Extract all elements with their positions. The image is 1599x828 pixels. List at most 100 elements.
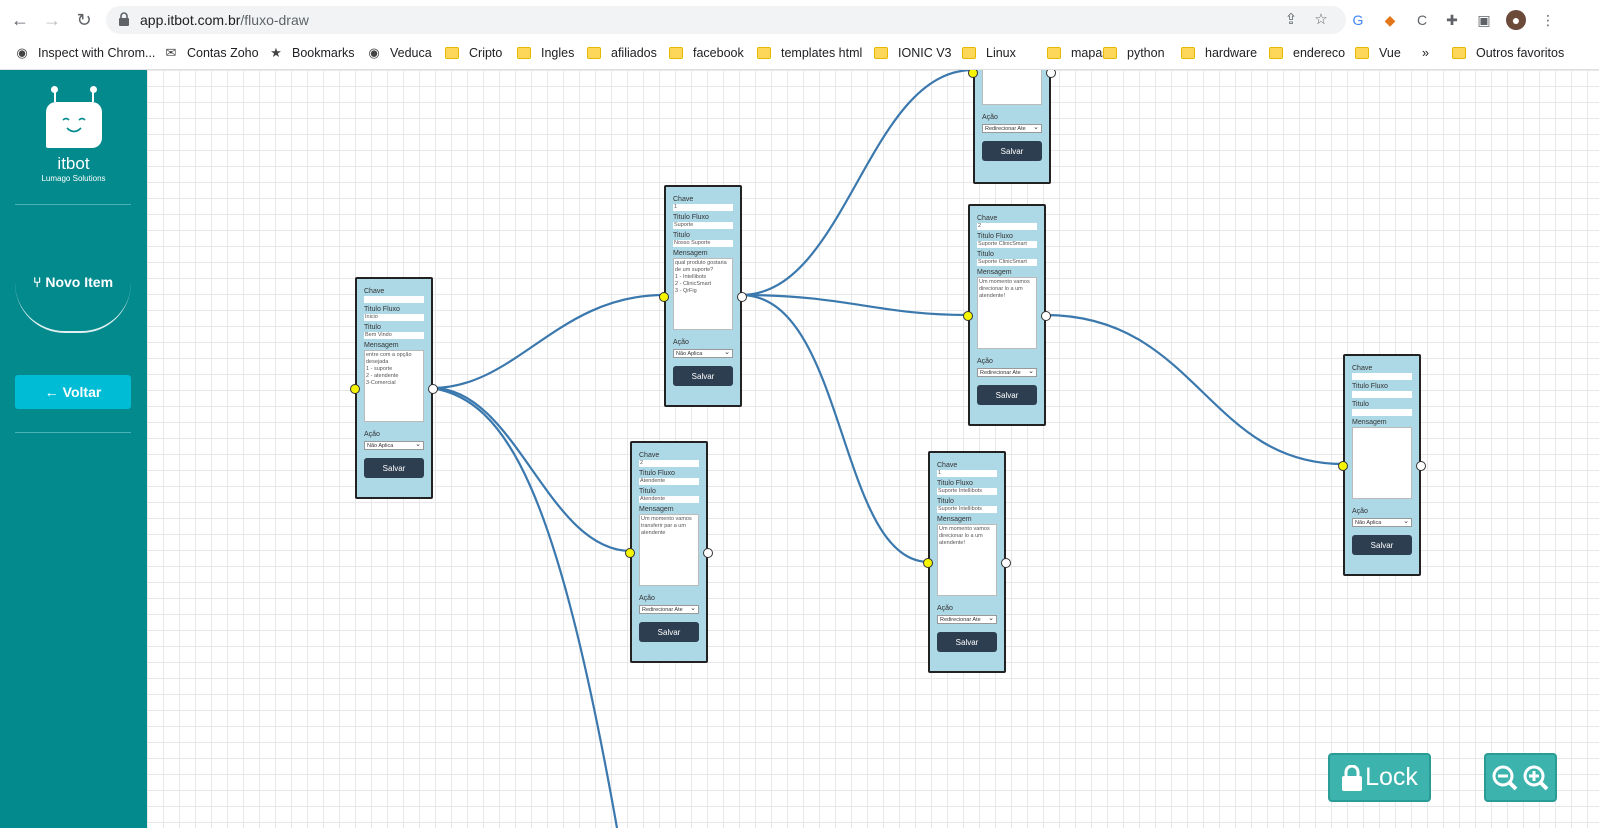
acao-select[interactable]: Não Aplica <box>364 440 424 450</box>
globe-icon: ◉ <box>368 45 380 60</box>
salvar-button[interactable]: Salvar <box>937 632 997 652</box>
mensagem-textarea[interactable]: Um momento vamos direcionar lo a um aten… <box>977 277 1037 349</box>
mensagem-textarea[interactable]: Um momento vamos transferir par a um ate… <box>639 514 699 586</box>
flow-node[interactable]: Chave 1 Titulo Fluxo Suporte Titulo Nosso Sup… <box>659 185 747 407</box>
bookmark-item[interactable]: hardware <box>1181 40 1257 66</box>
profile-avatar[interactable]: ● <box>1506 10 1526 30</box>
salvar-button[interactable]: Salvar <box>982 141 1042 161</box>
salvar-button[interactable]: Salvar <box>1352 535 1412 555</box>
output-port[interactable] <box>737 292 747 302</box>
chave-input[interactable]: 1 <box>673 204 733 211</box>
chave-input[interactable] <box>1352 373 1412 380</box>
edge <box>740 70 974 297</box>
bookmark-item[interactable]: templates html <box>757 40 862 66</box>
input-port[interactable] <box>350 384 360 394</box>
mensagem-textarea[interactable]: Um momento vamos direcionar lo a um aten… <box>937 524 997 596</box>
titulo-fluxo-input[interactable]: Atendente <box>639 478 699 485</box>
input-port[interactable] <box>968 70 978 78</box>
address-bar[interactable]: app.itbot.com.br/fluxo-draw ⇪ ☆ <box>106 6 1346 34</box>
titulo-input[interactable] <box>1352 409 1412 416</box>
metamask-extension-icon[interactable]: ◆ <box>1380 10 1400 30</box>
input-port[interactable] <box>1338 461 1348 471</box>
bookmark-item[interactable]: afiliados <box>587 40 657 66</box>
chave-input[interactable]: 2 <box>639 460 699 467</box>
flow-node[interactable]: Chave Titulo Fluxo Inicio Titulo Bem Vindo Me… <box>350 277 438 499</box>
other-favorites[interactable]: Outros favoritos <box>1452 40 1564 66</box>
titulo-input[interactable]: Suporte Intellibots <box>937 506 997 513</box>
acao-select[interactable]: Redirecionar Ate <box>982 123 1042 133</box>
chave-input[interactable]: 1 <box>937 470 997 477</box>
input-port[interactable] <box>625 548 635 558</box>
forward-arrow-icon[interactable]: → <box>40 8 64 32</box>
flow-node[interactable]: Chave 1 Titulo Fluxo Suporte Intellibots Tit… <box>923 451 1011 673</box>
zoom-in-icon[interactable] <box>1522 764 1550 792</box>
titulo-fluxo-input[interactable] <box>1352 391 1412 398</box>
acao-select[interactable]: Redirecionar Ate <box>937 614 997 624</box>
chave-input[interactable] <box>364 296 424 303</box>
extensions-puzzle-icon[interactable]: ✚ <box>1442 10 1462 30</box>
acao-select[interactable]: Redirecionar Ate <box>977 367 1037 377</box>
salvar-button[interactable]: Salvar <box>977 385 1037 405</box>
mensagem-textarea[interactable] <box>1352 427 1412 499</box>
mensagem-textarea[interactable] <box>982 70 1042 105</box>
titulo-fluxo-input[interactable]: Suporte ClinicSmart <box>977 241 1037 248</box>
input-port[interactable] <box>659 292 669 302</box>
output-port[interactable] <box>1041 311 1051 321</box>
chave-input[interactable]: 2 <box>977 223 1037 230</box>
bookmark-item[interactable]: python <box>1103 40 1165 66</box>
extension-icon[interactable]: C <box>1412 10 1432 30</box>
titulo-input[interactable]: Suporte ClinicSmart <box>977 259 1037 266</box>
titulo-input[interactable]: Atendente <box>639 496 699 503</box>
back-arrow-icon[interactable]: ← <box>8 8 32 32</box>
acao-select[interactable]: Não Aplica <box>1352 517 1412 527</box>
share-icon[interactable]: ⇪ <box>1282 11 1300 29</box>
output-port[interactable] <box>703 548 713 558</box>
bookmark-item[interactable]: ★ Bookmarks <box>268 40 354 66</box>
mensagem-textarea[interactable]: qual produto gostaria de um suporte? 1 -… <box>673 258 733 330</box>
flow-node[interactable]: Chave Titulo Fluxo Titulo Mensagem Ação Não A… <box>1338 354 1426 576</box>
bookmark-item[interactable]: mapas <box>1047 40 1109 66</box>
titulo-fluxo-input[interactable]: Suporte <box>673 222 733 229</box>
titulo-input[interactable]: Nosso Suporte <box>673 240 733 247</box>
bookmark-item[interactable]: ✉ Contas Zoho <box>163 40 259 66</box>
salvar-button[interactable]: Salvar <box>673 366 733 386</box>
flow-node[interactable]: ChaveTitulo FluxoTituloMensagemAçãoRedir… <box>968 70 1056 184</box>
folder-icon <box>757 47 771 59</box>
bookmark-item[interactable]: facebook <box>669 40 744 66</box>
bookmark-item[interactable]: endereco <box>1269 40 1345 66</box>
bookmark-item[interactable]: Vue <box>1355 40 1401 66</box>
bookmark-item[interactable]: IONIC V3 <box>874 40 952 66</box>
flow-canvas[interactable]: Chave Titulo Fluxo Inicio Titulo Bem Vindo Me… <box>147 70 1599 828</box>
bookmark-item[interactable]: ◉ Inspect with Chrom... <box>14 40 155 66</box>
reload-icon[interactable]: ↻ <box>72 8 96 32</box>
salvar-button[interactable]: Salvar <box>639 622 699 642</box>
translate-extension-icon[interactable]: G <box>1348 10 1368 30</box>
flow-node[interactable]: Chave 2 Titulo Fluxo Suporte ClinicSmart Tit… <box>963 204 1051 426</box>
side-panel-icon[interactable]: ▣ <box>1474 10 1494 30</box>
output-port[interactable] <box>428 384 438 394</box>
back-button[interactable]: ← Voltar <box>15 375 131 409</box>
menu-dots-icon[interactable]: ⋮ <box>1538 10 1558 30</box>
flow-node[interactable]: Chave 2 Titulo Fluxo Atendente Titulo Atenden… <box>625 441 713 663</box>
more-bookmarks-button[interactable]: » <box>1422 40 1429 66</box>
bookmark-item[interactable]: Ingles <box>517 40 574 66</box>
salvar-button[interactable]: Salvar <box>364 458 424 478</box>
bookmark-star-icon[interactable]: ☆ <box>1312 11 1330 29</box>
output-port[interactable] <box>1001 558 1011 568</box>
titulo-input[interactable]: Bem Vindo <box>364 332 424 339</box>
output-port[interactable] <box>1416 461 1426 471</box>
lock-button[interactable]: Lock <box>1328 753 1431 802</box>
bookmark-item[interactable]: Linux <box>962 40 1016 66</box>
acao-select[interactable]: Não Aplica <box>673 348 733 358</box>
acao-select[interactable]: Redirecionar Ate <box>639 604 699 614</box>
zoom-out-icon[interactable] <box>1491 764 1519 792</box>
chave-label: Chave <box>639 452 660 459</box>
new-item-button[interactable]: ⑂ Novo Item <box>15 258 131 333</box>
input-port[interactable] <box>923 558 933 568</box>
mensagem-textarea[interactable]: entre com a opção desejada 1 - suporte 2… <box>364 350 424 422</box>
bookmark-item[interactable]: ◉ Veduca <box>366 40 431 66</box>
titulo-fluxo-input[interactable]: Inicio <box>364 314 424 321</box>
titulo-fluxo-input[interactable]: Suporte Intellibots <box>937 488 997 495</box>
input-port[interactable] <box>963 311 973 321</box>
bookmark-item[interactable]: Cripto <box>445 40 502 66</box>
